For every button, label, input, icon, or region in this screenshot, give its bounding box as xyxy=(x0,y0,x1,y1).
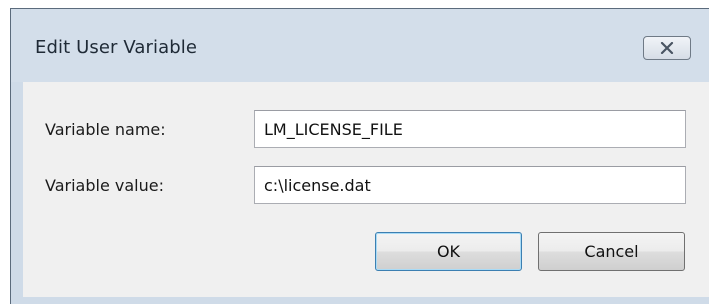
variable-name-input[interactable] xyxy=(254,110,686,148)
close-icon xyxy=(660,42,674,54)
variable-value-input[interactable] xyxy=(254,166,686,204)
dialog-window: Edit User Variable Variable name: Variab… xyxy=(10,8,709,304)
window-title: Edit User Variable xyxy=(35,37,198,58)
title-bar[interactable]: Edit User Variable xyxy=(11,9,709,82)
variable-value-label: Variable value: xyxy=(45,176,164,195)
ok-button[interactable]: OK xyxy=(375,232,522,271)
dialog-body: Variable name: Variable value: OK Cancel xyxy=(23,82,709,297)
variable-name-row: Variable name: xyxy=(23,110,709,148)
variable-value-row: Variable value: xyxy=(23,166,709,204)
close-button[interactable] xyxy=(643,36,691,60)
variable-name-label: Variable name: xyxy=(45,120,166,139)
cancel-button[interactable]: Cancel xyxy=(538,232,685,271)
